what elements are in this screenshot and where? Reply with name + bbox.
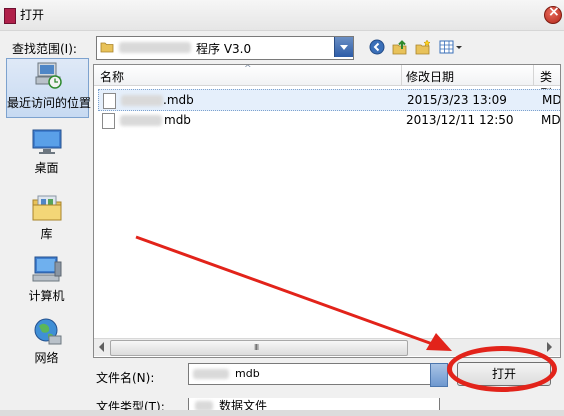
back-icon[interactable]: [369, 39, 385, 55]
place-label-network: 网络: [34, 351, 59, 365]
places-bar: 最近访问的位置 桌面 库 计算机 网络: [6, 56, 92, 374]
new-folder-icon[interactable]: [415, 39, 431, 55]
file-row[interactable]: mdb 2013/12/11 12:50 MD: [98, 110, 560, 130]
look-in-combobox[interactable]: 程序 V3.0: [96, 36, 354, 60]
sort-caret-icon: ^: [244, 64, 252, 74]
close-button[interactable]: [544, 4, 562, 24]
look-in-value: 程序 V3.0: [196, 42, 252, 56]
file-list[interactable]: 名称 ^ 修改日期 类型 .mdb 2015/3/23 13:09 MD mdb…: [93, 64, 561, 358]
desktop-icon: [32, 129, 61, 154]
scroll-left-icon[interactable]: [99, 342, 104, 352]
file-name-value: mdb: [235, 367, 260, 380]
file-name-dropdown[interactable]: [430, 363, 448, 387]
column-divider[interactable]: [401, 65, 402, 85]
file-icon: [103, 93, 116, 109]
redacted-folder-name: [119, 42, 191, 53]
file-type: MD: [542, 93, 561, 107]
scroll-right-icon[interactable]: [547, 342, 552, 352]
horizontal-scrollbar[interactable]: III: [94, 338, 560, 356]
view-menu-icon[interactable]: [439, 39, 463, 55]
libraries-icon: [32, 195, 61, 221]
redacted-file-name: [121, 95, 163, 106]
redacted-input-text: [193, 369, 229, 379]
scrollbar-grip: III: [254, 343, 259, 352]
column-header: 名称 ^ 修改日期 类型: [94, 64, 560, 101]
bottom-edge: [0, 410, 564, 416]
redacted-file-name: [120, 115, 162, 126]
file-modified: 2013/12/11 12:50: [406, 113, 514, 127]
place-label-libraries: 库: [40, 227, 53, 241]
file-modified: 2015/3/23 13:09: [407, 93, 507, 107]
folder-icon: [100, 42, 114, 53]
open-file-dialog: 打开 查找范围(I): 程序 V3.0: [0, 0, 564, 416]
network-icon: [34, 318, 61, 345]
file-name-label: 文件名(N):: [96, 371, 155, 385]
place-computer[interactable]: 计算机: [6, 254, 87, 304]
place-label-computer: 计算机: [28, 289, 65, 303]
file-name: .mdb: [163, 93, 194, 107]
look-in-label: 查找范围(I):: [12, 42, 77, 56]
column-divider[interactable]: [533, 65, 534, 85]
place-desktop[interactable]: 桌面: [6, 128, 87, 178]
column-name[interactable]: 名称: [100, 68, 124, 85]
file-row[interactable]: .mdb 2015/3/23 13:09 MD: [98, 89, 561, 111]
scrollbar-thumb[interactable]: III: [110, 340, 408, 356]
recent-places-icon: [35, 62, 62, 89]
up-folder-icon[interactable]: [392, 39, 408, 55]
file-type: MD: [541, 113, 561, 127]
open-button[interactable]: 打开: [457, 362, 551, 386]
title-bar: 打开: [0, 0, 564, 31]
window-title: 打开: [20, 8, 45, 22]
column-modified[interactable]: 修改日期: [406, 68, 454, 85]
place-label-recent: 最近访问的位置: [7, 96, 92, 110]
computer-icon: [32, 256, 61, 282]
place-label-desktop: 桌面: [34, 161, 59, 175]
place-recent[interactable]: 最近访问的位置: [6, 58, 92, 118]
file-name-input[interactable]: mdb: [188, 363, 434, 385]
place-network[interactable]: 网络: [6, 316, 87, 366]
place-libraries[interactable]: 库: [6, 192, 87, 242]
file-icon: [102, 113, 115, 129]
app-icon: [4, 8, 16, 24]
look-in-dropdown-arrow[interactable]: [334, 37, 353, 57]
file-name: mdb: [164, 113, 191, 127]
